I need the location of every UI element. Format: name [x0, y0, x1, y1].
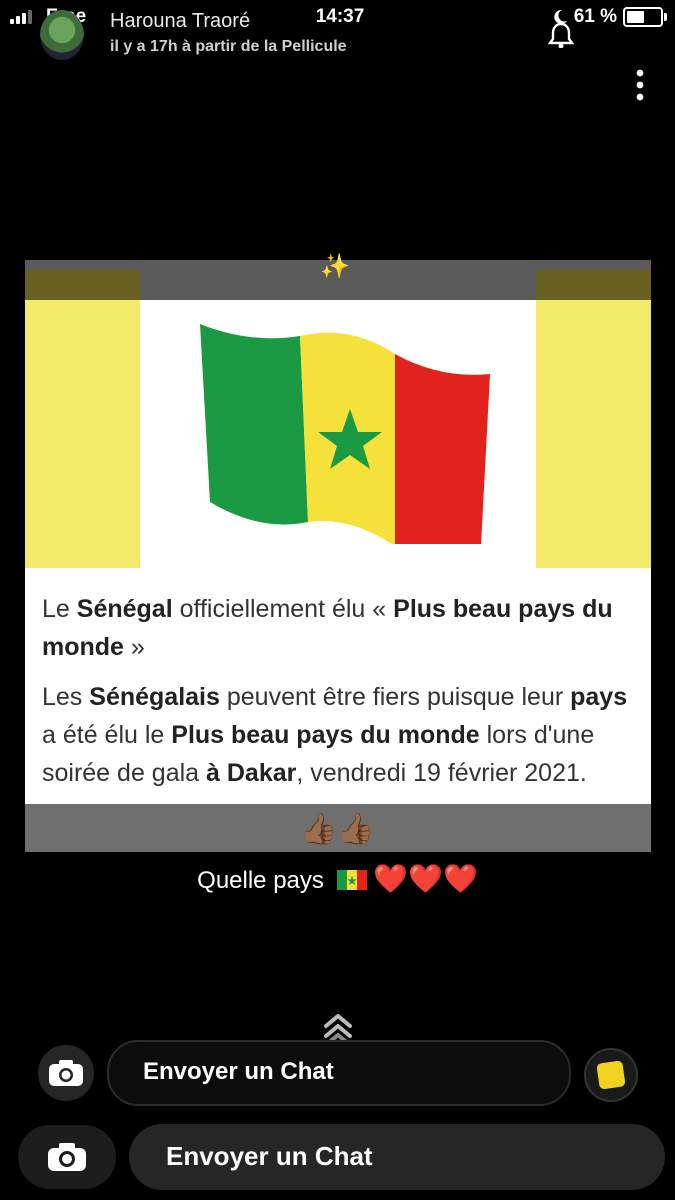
- snap-timestamp: il y a 17h à partir de la Pellicule: [110, 38, 347, 55]
- yellow-panel-right: [536, 270, 651, 568]
- send-chat-input[interactable]: Envoyer un Chat: [107, 1040, 571, 1106]
- send-chat-label-bottom: Envoyer un Chat: [166, 1141, 373, 1171]
- article-text: Le Sénégal officiellement élu « Plus bea…: [42, 590, 642, 804]
- snap-caption: Quelle pays ❤️❤️❤️: [0, 862, 675, 895]
- camera-icon: [48, 1143, 86, 1171]
- sparkle-emoji: ✨: [320, 253, 350, 280]
- battery-percent: 61 %: [573, 6, 617, 27]
- sticker-icon: [596, 1060, 626, 1090]
- signal-icon: [10, 10, 32, 24]
- article-body: Les Sénégalais peuvent être fiers puisqu…: [42, 683, 628, 787]
- avatar[interactable]: [40, 10, 84, 60]
- yellow-panel-left: [25, 270, 140, 568]
- caption-text: Quelle pays: [197, 867, 324, 894]
- camera-button[interactable]: [38, 1045, 94, 1101]
- camera-icon: [49, 1060, 83, 1086]
- status-time: 14:37: [315, 6, 365, 27]
- flag-image-area: [140, 300, 536, 568]
- hearts-emoji: ❤️❤️❤️: [373, 863, 478, 894]
- article-headline: Le Sénégal officiellement élu « Plus bea…: [42, 595, 613, 661]
- sticker-button[interactable]: [584, 1048, 638, 1102]
- senegal-flag-image: [200, 324, 490, 544]
- send-chat-input-bottom[interactable]: Envoyer un Chat: [129, 1124, 665, 1190]
- username[interactable]: Harouna Traoré: [110, 10, 250, 33]
- more-vertical-icon[interactable]: [630, 68, 650, 102]
- bell-icon[interactable]: [545, 22, 577, 48]
- camera-button-bottom[interactable]: [18, 1125, 116, 1189]
- snap-image[interactable]: Le Sénégal officiellement élu « Plus bea…: [25, 260, 651, 852]
- thumbs-up-emoji: 👍🏾👍🏾: [300, 813, 375, 846]
- send-chat-label: Envoyer un Chat: [143, 1058, 334, 1085]
- senegal-flag-emoji: [336, 870, 367, 890]
- battery-icon: [623, 7, 667, 27]
